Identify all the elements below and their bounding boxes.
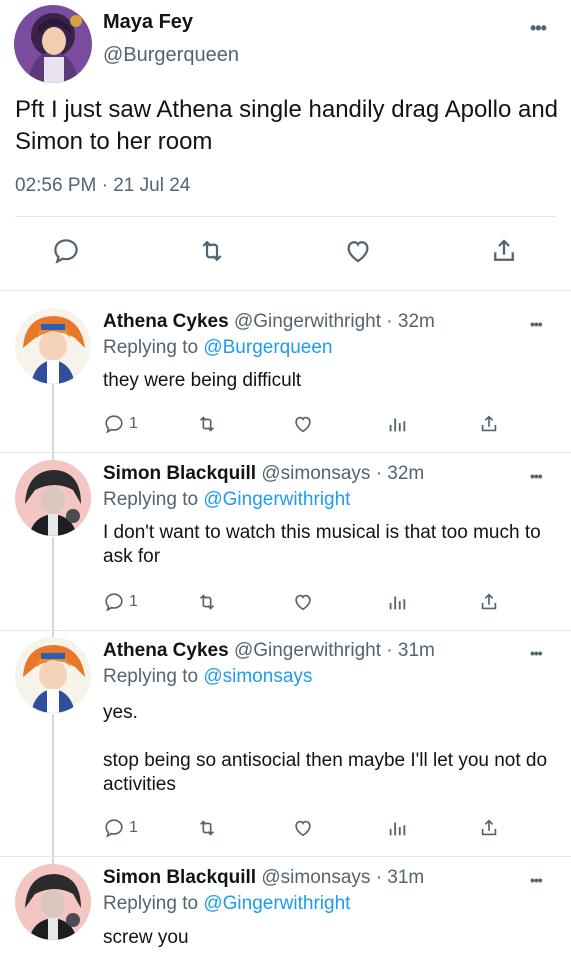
reply-text: they were being difficult xyxy=(103,370,302,391)
reply-icon[interactable]: 1 xyxy=(103,412,138,436)
views-icon[interactable] xyxy=(386,816,408,840)
divider xyxy=(0,452,571,453)
reply-icon[interactable]: 1 xyxy=(103,590,138,614)
maya-avatar[interactable] xyxy=(14,5,92,83)
athena-avatar[interactable] xyxy=(15,637,91,713)
retweet-icon[interactable] xyxy=(196,816,218,840)
reply-meta: @simonsays · 31m xyxy=(261,867,425,888)
share-icon[interactable] xyxy=(478,412,500,436)
reply-count: 1 xyxy=(129,819,138,836)
reply-text-line2: stop being so antisocial then maybe I'll… xyxy=(103,750,548,795)
thread-line xyxy=(52,714,54,864)
more-dots-icon[interactable]: ••• xyxy=(530,18,547,39)
reply-text-line1: yes. xyxy=(103,702,138,723)
replying-to-link[interactable]: @Burgerqueen xyxy=(203,337,332,358)
main-handle[interactable]: @Burgerqueen xyxy=(103,44,239,67)
reply-meta: @Gingerwithright · 32m xyxy=(233,311,435,332)
views-icon[interactable] xyxy=(386,412,408,436)
replying-to-label: Replying to xyxy=(103,337,199,358)
simon-avatar[interactable] xyxy=(15,460,91,536)
heart-icon[interactable] xyxy=(292,590,314,614)
replying-to-link[interactable]: @simonsays xyxy=(203,666,312,687)
reply-icon[interactable]: 1 xyxy=(103,816,138,840)
divider xyxy=(0,856,571,857)
share-icon[interactable] xyxy=(489,236,519,266)
share-icon[interactable] xyxy=(478,816,500,840)
reply-icon[interactable] xyxy=(51,236,81,266)
thread-line xyxy=(52,537,54,637)
divider xyxy=(0,290,571,291)
heart-icon[interactable] xyxy=(343,236,373,266)
divider xyxy=(15,216,556,217)
main-tweet-text: Pft I just saw Athena single handily dra… xyxy=(15,96,559,155)
reply-count: 1 xyxy=(129,593,138,610)
replying-to-label: Replying to xyxy=(103,893,199,914)
main-display-name[interactable]: Maya Fey xyxy=(103,11,193,34)
reply-meta: @simonsays · 32m xyxy=(261,463,425,484)
retweet-icon[interactable] xyxy=(196,590,218,614)
replying-to-link[interactable]: @Gingerwithright xyxy=(203,893,350,914)
reply-display-name[interactable]: Athena Cykes xyxy=(103,640,229,661)
divider xyxy=(0,630,571,631)
thread-line xyxy=(52,384,54,460)
retweet-icon[interactable] xyxy=(196,412,218,436)
retweet-icon[interactable] xyxy=(197,236,227,266)
views-icon[interactable] xyxy=(386,590,408,614)
reply-text: I don't want to watch this musical is th… xyxy=(103,522,541,567)
simon-avatar[interactable] xyxy=(15,864,91,940)
reply-display-name[interactable]: Athena Cykes xyxy=(103,311,229,332)
main-tweet-timestamp[interactable]: 02:56 PM · 21 Jul 24 xyxy=(15,175,190,197)
heart-icon[interactable] xyxy=(292,412,314,436)
heart-icon[interactable] xyxy=(292,816,314,840)
reply-count: 1 xyxy=(129,415,138,432)
athena-avatar[interactable] xyxy=(15,308,91,384)
replying-to-label: Replying to xyxy=(103,666,199,687)
replying-to-link[interactable]: @Gingerwithright xyxy=(203,489,350,510)
reply-meta: @Gingerwithright · 31m xyxy=(233,640,435,661)
more-dots-icon[interactable]: ••• xyxy=(530,872,543,888)
more-dots-icon[interactable]: ••• xyxy=(530,645,543,661)
more-dots-icon[interactable]: ••• xyxy=(530,468,543,484)
share-icon[interactable] xyxy=(478,590,500,614)
replying-to-label: Replying to xyxy=(103,489,199,510)
reply-display-name[interactable]: Simon Blackquill xyxy=(103,867,256,888)
more-dots-icon[interactable]: ••• xyxy=(530,316,543,332)
reply-display-name[interactable]: Simon Blackquill xyxy=(103,463,256,484)
reply-text: screw you xyxy=(103,927,189,948)
